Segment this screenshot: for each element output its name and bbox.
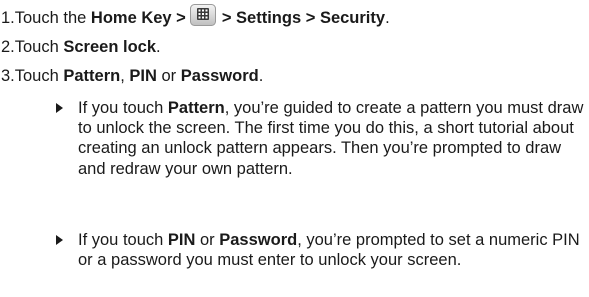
step-2-period: . — [156, 38, 161, 56]
step-3-period: . — [258, 67, 264, 85]
bullet-1-lead: If you touch — [78, 99, 168, 117]
bullet-2-or: or — [195, 231, 220, 249]
bullet-2-pin: PIN — [167, 231, 196, 249]
screen-lock-label: Screen lock — [63, 38, 157, 56]
step-3-prefix: 3.Touch — [1, 67, 64, 85]
pattern-label: Pattern — [63, 67, 121, 85]
bullet-pin-password-text: If you touch PIN or Password, you’re pro… — [78, 230, 586, 270]
bullet-1-pattern: Pattern — [167, 99, 225, 117]
bullet-pattern-text: If you touch Pattern, you’re guided to c… — [78, 98, 586, 179]
home-key-label: Home Key > — [90, 9, 186, 27]
bullet-arrow-icon — [56, 103, 63, 113]
step-3-or: or — [156, 67, 181, 85]
password-label: Password — [180, 67, 259, 85]
pin-label: PIN — [129, 67, 157, 85]
bullet-2-lead: If you touch — [78, 231, 168, 249]
step-2: 2.Touch Screen lock. — [1, 37, 161, 57]
step-1-prefix: 1.Touch the — [1, 9, 91, 27]
step-2-prefix: 2.Touch — [1, 38, 64, 56]
settings-security-path: > Settings > Security — [221, 9, 386, 27]
apps-launcher-icon — [189, 4, 216, 26]
step-3: 3.Touch Pattern, PIN or Password. — [1, 66, 263, 86]
step-1-period: . — [385, 9, 390, 27]
bullet-2-password: Password — [219, 231, 298, 249]
bullet-arrow-icon — [56, 235, 63, 245]
step-1: 1.Touch the Home Key > > Settings > Secu… — [1, 4, 390, 28]
